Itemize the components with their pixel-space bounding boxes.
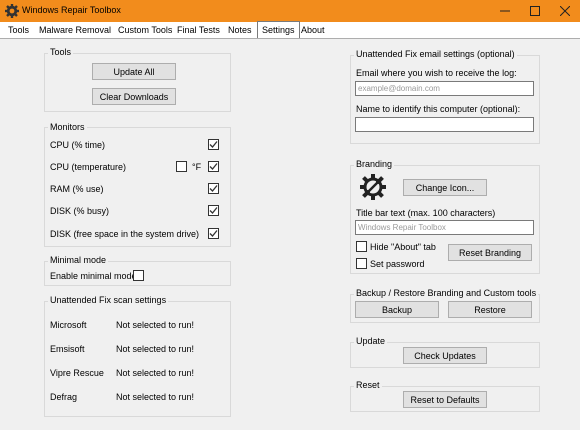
tools-group-label: Tools bbox=[48, 47, 74, 57]
close-button[interactable] bbox=[550, 0, 580, 22]
title-bar[interactable]: Windows Repair Toolbox bbox=[0, 0, 580, 22]
computer-name-label: Name to identify this computer (optional… bbox=[356, 104, 521, 114]
cpu-time-label: CPU (% time) bbox=[50, 140, 106, 150]
scan-status-emsisoft[interactable]: Not selected to run! bbox=[116, 344, 194, 354]
enable-minimal-mode-label: Enable minimal mode bbox=[50, 271, 137, 281]
title-bar-text-label: Title bar text (max. 100 characters) bbox=[356, 208, 496, 218]
app-gear-icon bbox=[4, 3, 20, 19]
minimize-button[interactable] bbox=[490, 0, 520, 22]
branding-gear-icon bbox=[358, 172, 388, 202]
disk-busy-checkbox[interactable] bbox=[208, 205, 219, 216]
set-password-checkbox[interactable] bbox=[356, 258, 367, 269]
email-settings-group-label: Unattended Fix email settings (optional) bbox=[354, 49, 517, 59]
tab-notes[interactable]: Notes bbox=[224, 22, 256, 38]
ram-use-checkbox[interactable] bbox=[208, 183, 219, 194]
set-password-label: Set password bbox=[370, 259, 425, 269]
tab-settings[interactable]: Settings bbox=[257, 21, 300, 39]
cpu-temperature-label: CPU (temperature) bbox=[50, 162, 127, 172]
tab-custom-tools[interactable]: Custom Tools bbox=[114, 22, 176, 38]
enable-minimal-mode-checkbox[interactable] bbox=[133, 270, 144, 281]
scan-status-vipre-rescue[interactable]: Not selected to run! bbox=[116, 368, 194, 378]
window-title: Windows Repair Toolbox bbox=[22, 5, 121, 15]
ram-use-label: RAM (% use) bbox=[50, 184, 104, 194]
scan-status-defrag[interactable]: Not selected to run! bbox=[116, 392, 194, 402]
close-icon bbox=[560, 6, 570, 16]
scan-name-defrag: Defrag bbox=[50, 392, 78, 402]
monitors-group-label: Monitors bbox=[48, 122, 87, 132]
checkmark-icon bbox=[209, 230, 218, 237]
checkmark-icon bbox=[209, 185, 218, 192]
checkmark-icon bbox=[209, 163, 218, 170]
title-bar-text-input[interactable]: Windows Repair Toolbox bbox=[355, 220, 534, 235]
scan-name-vipre-rescue: Vipre Rescue bbox=[50, 368, 104, 378]
fahrenheit-label: °F bbox=[192, 162, 202, 172]
minimal-mode-group-label: Minimal mode bbox=[48, 255, 109, 265]
email-label: Email where you wish to receive the log: bbox=[356, 68, 517, 78]
branding-group-label: Branding bbox=[354, 159, 395, 169]
disk-free-space-checkbox[interactable] bbox=[208, 228, 219, 239]
maximize-button[interactable] bbox=[520, 0, 550, 22]
hide-about-label: Hide "About" tab bbox=[370, 242, 436, 252]
check-updates-button[interactable]: Check Updates bbox=[403, 347, 487, 364]
scan-name-emsisoft: Emsisoft bbox=[50, 344, 85, 354]
update-group-label: Update bbox=[354, 336, 388, 346]
change-icon-button[interactable]: Change Icon... bbox=[403, 179, 487, 196]
scan-settings-group-label: Unattended Fix scan settings bbox=[48, 295, 169, 305]
clear-downloads-button[interactable]: Clear Downloads bbox=[92, 88, 176, 105]
tab-malware-removal[interactable]: Malware Removal bbox=[35, 22, 115, 38]
tab-tools[interactable]: Tools bbox=[4, 22, 33, 38]
restore-button[interactable]: Restore bbox=[448, 301, 532, 318]
reset-group-label: Reset bbox=[354, 380, 382, 390]
reset-to-defaults-button[interactable]: Reset to Defaults bbox=[403, 391, 487, 408]
cpu-temperature-checkbox[interactable] bbox=[208, 161, 219, 172]
cpu-time-checkbox[interactable] bbox=[208, 139, 219, 150]
scan-name-microsoft: Microsoft bbox=[50, 320, 87, 330]
backup-button[interactable]: Backup bbox=[355, 301, 439, 318]
reset-branding-button[interactable]: Reset Branding bbox=[448, 244, 532, 261]
fahrenheit-checkbox[interactable] bbox=[176, 161, 187, 172]
hide-about-checkbox[interactable] bbox=[356, 241, 367, 252]
tab-about[interactable]: About bbox=[297, 22, 329, 38]
email-input[interactable]: example@domain.com bbox=[355, 81, 534, 96]
scan-status-microsoft[interactable]: Not selected to run! bbox=[116, 320, 194, 330]
checkmark-icon bbox=[209, 207, 218, 214]
disk-free-space-label: DISK (free space in the system drive) bbox=[50, 229, 200, 239]
backup-restore-group-label: Backup / Restore Branding and Custom too… bbox=[354, 288, 539, 298]
update-all-button[interactable]: Update All bbox=[92, 63, 176, 80]
tab-final-tests[interactable]: Final Tests bbox=[173, 22, 224, 38]
checkmark-icon bbox=[209, 141, 218, 148]
minimize-icon bbox=[500, 10, 510, 12]
maximize-icon bbox=[530, 6, 540, 16]
disk-busy-label: DISK (% busy) bbox=[50, 206, 110, 216]
computer-name-input[interactable] bbox=[355, 117, 534, 132]
